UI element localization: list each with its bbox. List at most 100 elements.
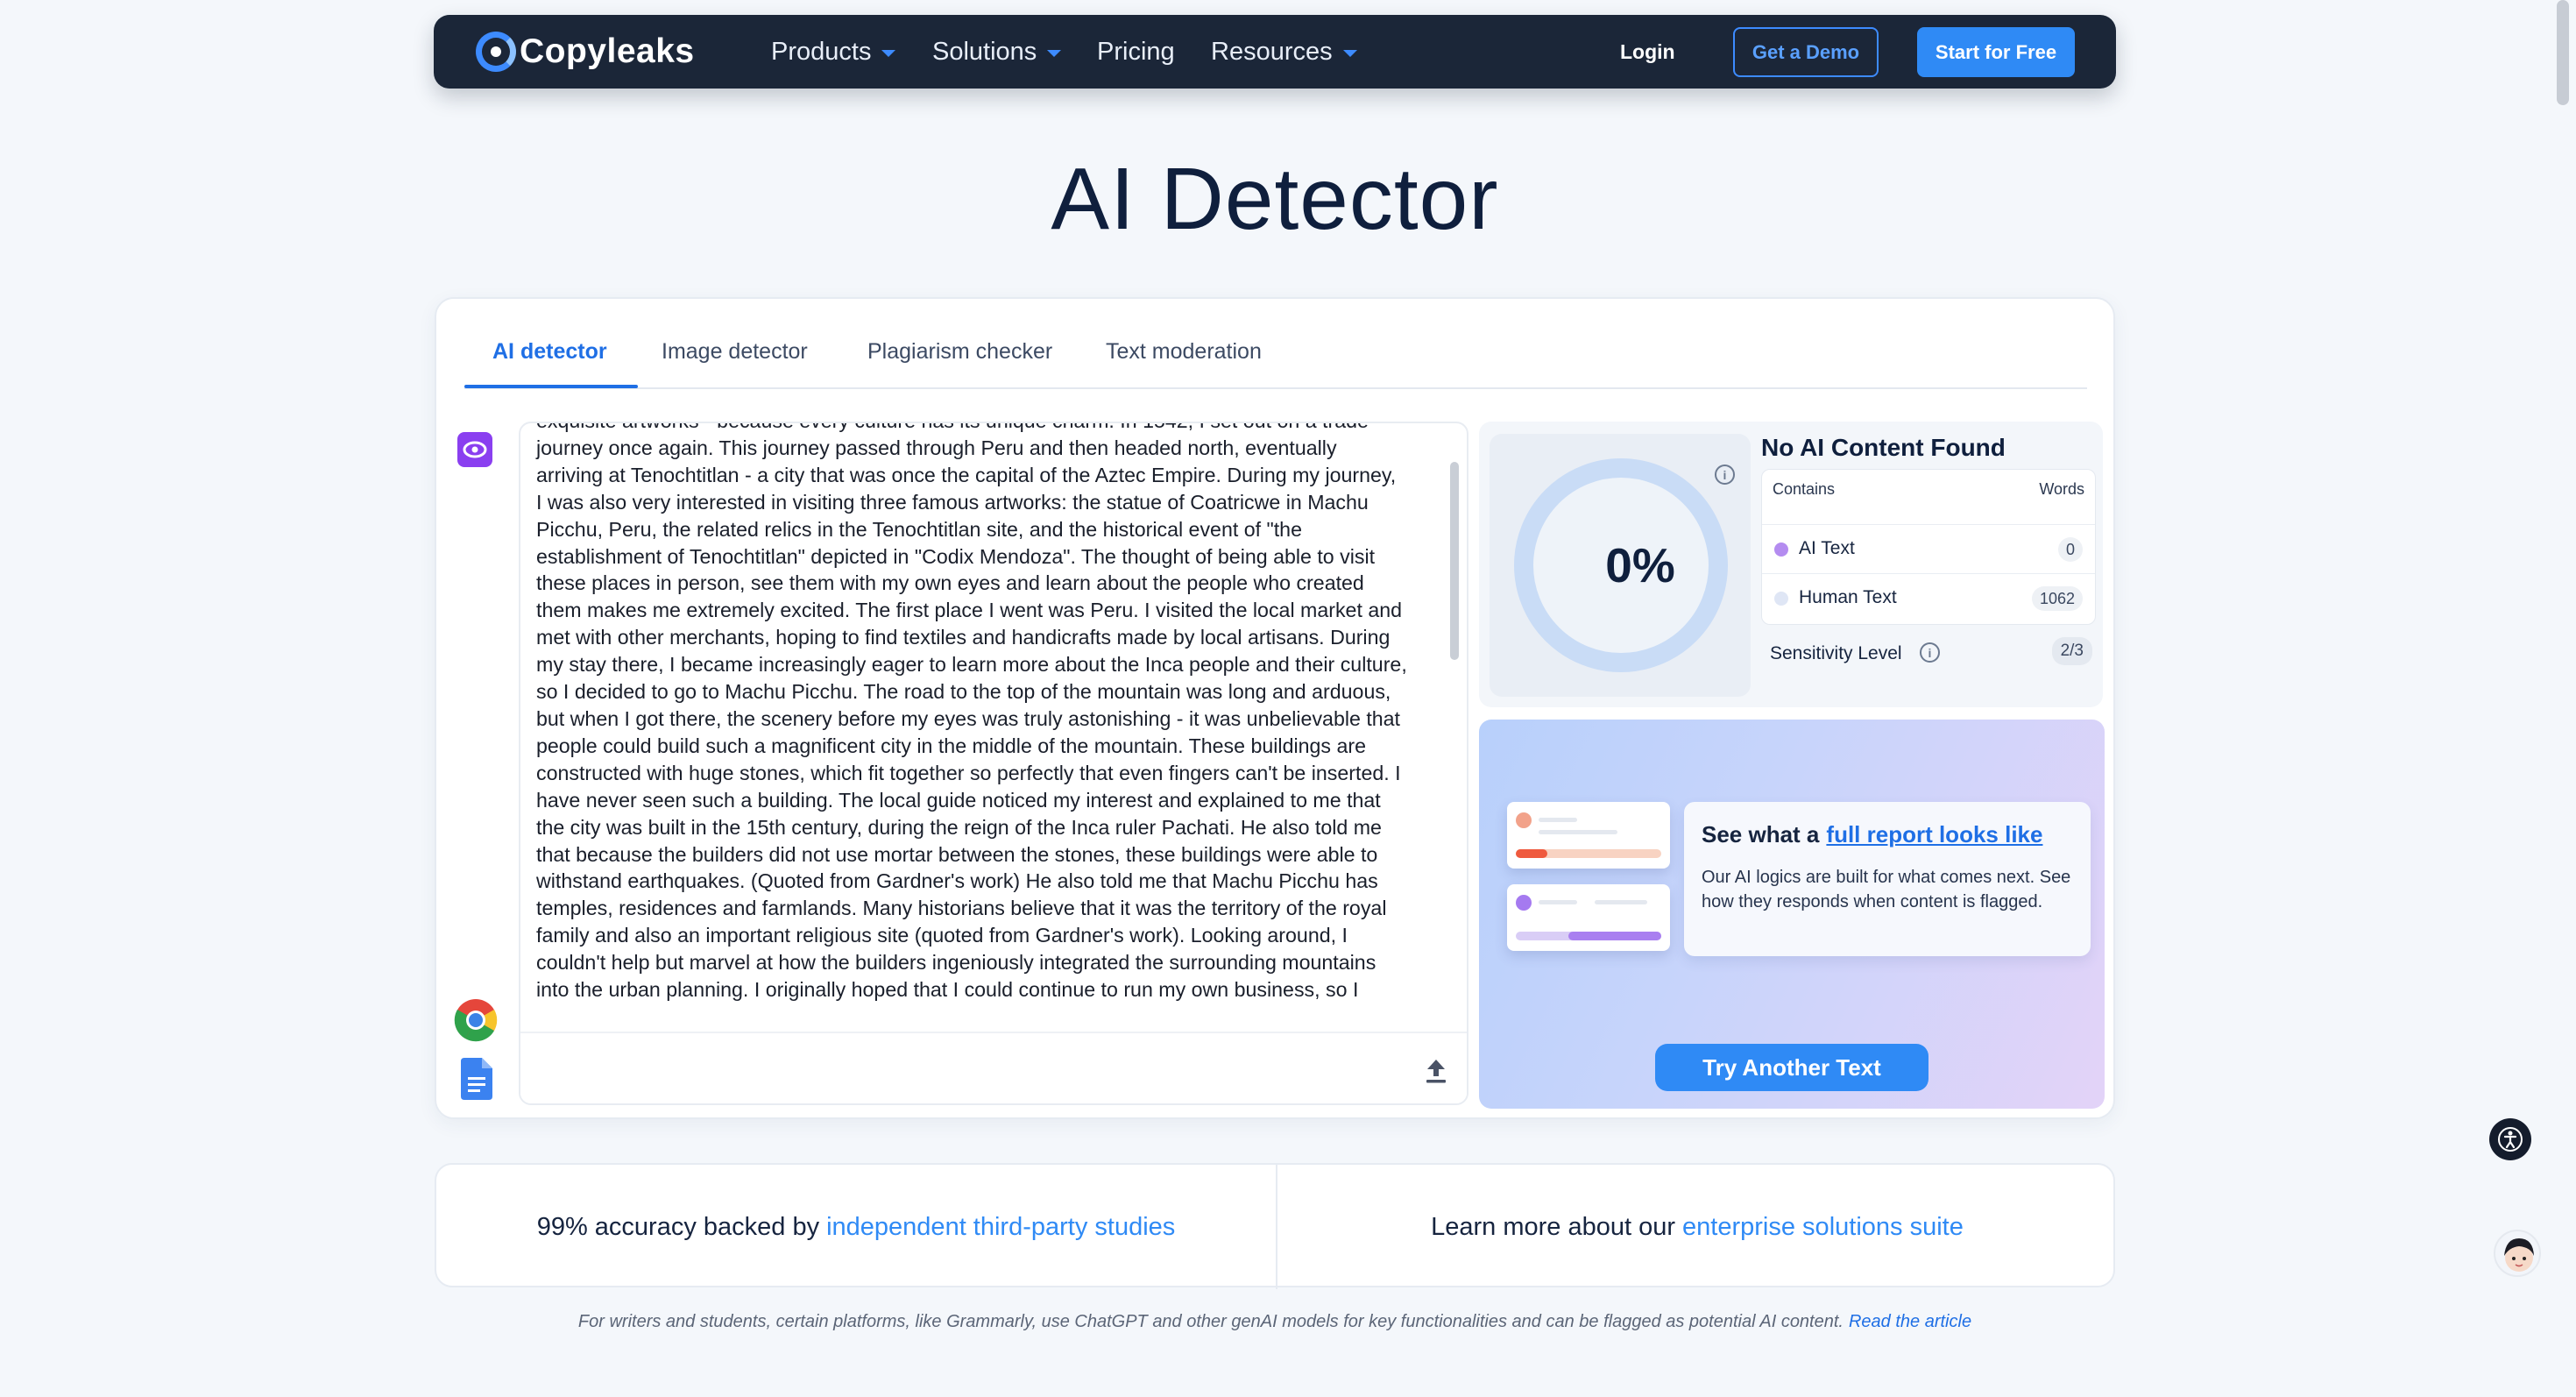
editor-line: withstand earthquakes. (Quoted from Gard… [536, 869, 1378, 893]
tab-divider [464, 387, 2087, 389]
tab-image-detector[interactable]: Image detector [662, 339, 808, 365]
page-title: AI Detector [1051, 150, 1499, 248]
accuracy-text: 99% accuracy backed by [536, 1212, 820, 1241]
tab-ai-detector[interactable]: AI detector [492, 339, 607, 365]
editor-line: met with other merchants, hoping to find… [536, 626, 1391, 649]
nav-pricing-label: Pricing [1097, 37, 1175, 66]
sensitivity-value[interactable]: 2/3 [2051, 637, 2092, 665]
login-link[interactable]: Login [1620, 15, 1675, 89]
ai-text-dot [1774, 542, 1788, 557]
chevron-down-icon [881, 49, 896, 57]
accessibility-icon[interactable] [2489, 1118, 2531, 1160]
promo-heading-text: See what a [1702, 821, 1820, 847]
editor-line: exquisite artworks - because every cultu… [536, 423, 1423, 435]
human-text-label: Human Text [1799, 587, 1897, 607]
result-panel: 0% i No AI Content Found Contains Words … [1479, 422, 2103, 707]
editor-line: constructed with huge stones, which fit … [536, 761, 1401, 784]
full-report-link[interactable]: full report looks like [1826, 821, 2042, 847]
nav-products[interactable]: Products [771, 15, 896, 89]
chevron-down-icon [1047, 49, 1062, 57]
preview-dot [1516, 895, 1532, 911]
sensitivity-info-icon[interactable]: i [1920, 642, 1940, 663]
promo-card: See what a full report looks like Our AI … [1684, 802, 2091, 956]
copyleaks-logo[interactable]: Copyleaks [476, 29, 695, 74]
top-navbar: Copyleaks Products Solutions Pricing Res… [434, 15, 2116, 89]
preview-bar-fill [1568, 932, 1661, 940]
editor-line: temples, residences and farmlands. Many … [536, 897, 1387, 920]
nav-resources-label: Resources [1211, 37, 1333, 66]
editor-viewport: exquisite artworks - because every cultu… [520, 423, 1467, 1032]
text-editor[interactable]: exquisite artworks - because every cultu… [519, 422, 1468, 1105]
editor-scrollbar[interactable] [1450, 462, 1459, 660]
table-row: Human Text 1062 [1762, 573, 2095, 623]
editor-line: these places in person, see them with my… [536, 571, 1364, 595]
result-title: No AI Content Found [1761, 434, 2006, 461]
try-another-text-button[interactable]: Try Another Text [1655, 1044, 1928, 1091]
human-text-count: 1062 [2031, 586, 2083, 611]
get-demo-button[interactable]: Get a Demo [1733, 27, 1879, 77]
editor-line: them makes me extremely excited. The fir… [536, 599, 1403, 622]
enterprise-link[interactable]: enterprise solutions suite [1682, 1213, 1964, 1242]
editor-line: but when I got there, the scenery before… [536, 706, 1401, 730]
preview-line [1539, 818, 1577, 822]
col-contains: Contains [1773, 480, 1836, 498]
promo-body: Our AI logics are built for what comes n… [1702, 868, 2071, 911]
editor-line: couldn't help but marvel at how the buil… [536, 951, 1376, 975]
start-free-button[interactable]: Start for Free [1917, 27, 2075, 77]
ai-text-count: 0 [2057, 537, 2083, 562]
report-promo: See what a full report looks like Our AI … [1479, 720, 2105, 1109]
chevron-down-icon [1342, 49, 1357, 57]
editor-line: arriving at Tenochtitlan - a city that w… [536, 463, 1397, 486]
nav-products-label: Products [771, 37, 872, 66]
studies-link[interactable]: independent third-party studies [826, 1213, 1175, 1242]
tab-text-moderation[interactable]: Text moderation [1106, 339, 1262, 365]
editor-text[interactable]: exquisite artworks - because every cultu… [536, 423, 1423, 1003]
nav-solutions[interactable]: Solutions [932, 15, 1062, 89]
nav-resources[interactable]: Resources [1211, 15, 1357, 89]
stats-bar: 99% accuracy backed by independent third-… [435, 1163, 2117, 1289]
preview-line [1595, 900, 1647, 904]
report-preview-card [1507, 802, 1670, 869]
ai-text-label: AI Text [1799, 538, 1855, 558]
editor-line: that because the builders did not use mo… [536, 842, 1378, 866]
result-table: Contains Words AI Text 0 Human Text 1062 [1761, 469, 2096, 625]
editor-line: the city was built in the 15th century, … [536, 815, 1382, 839]
editor-line: journey once again. This journey passed … [536, 436, 1337, 459]
score-box: 0% i [1490, 434, 1751, 697]
table-row: AI Text 0 [1762, 524, 2095, 574]
editor-line: so I decided to go to Machu Picchu. The … [536, 680, 1391, 704]
col-words: Words [2039, 480, 2084, 498]
ai-score-percent: 0% [1605, 538, 1675, 592]
preview-line [1539, 900, 1577, 904]
detector-card: AI detector Image detector Plagiarism ch… [435, 297, 2115, 1119]
disclaimer: For writers and students, certain platfo… [0, 1312, 2550, 1332]
editor-line: I was also very interested in visiting t… [536, 490, 1369, 514]
info-icon[interactable]: i [1715, 464, 1735, 485]
nav-solutions-label: Solutions [932, 37, 1037, 66]
tab-plagiarism-checker[interactable]: Plagiarism checker [867, 339, 1052, 365]
nav-pricing[interactable]: Pricing [1097, 15, 1175, 89]
page-scrollbar[interactable] [2557, 0, 2569, 105]
editor-line: people could build such a magnificent ci… [536, 734, 1366, 757]
upload-icon[interactable] [1425, 1058, 1447, 1089]
view-toggle-icon[interactable] [457, 432, 492, 472]
ai-score-ring: 0% [1514, 458, 1728, 672]
sensitivity-label: Sensitivity Level [1770, 643, 1902, 663]
editor-line: family and also an important religious s… [536, 924, 1348, 947]
preview-line [1539, 830, 1617, 834]
logo-icon [476, 32, 516, 72]
editor-line: into the urban planning. I originally ho… [536, 978, 1359, 1002]
accuracy-stat: 99% accuracy backed by independent third-… [436, 1165, 1276, 1289]
read-article-link[interactable]: Read the article [1849, 1312, 1971, 1331]
editor-line: establishment of Tenochtitlan" depicted … [536, 544, 1376, 568]
enterprise-stat: Learn more about our enterprise solutions… [1277, 1165, 2117, 1289]
preview-dot [1516, 812, 1532, 828]
editor-line: my stay there, I became increasingly eag… [536, 653, 1407, 677]
chat-assistant-avatar[interactable] [2494, 1230, 2541, 1277]
google-docs-icon[interactable] [461, 1058, 492, 1104]
chrome-extension-icon[interactable] [454, 998, 498, 1046]
editor-line: Picchu, Peru, the related relics in the … [536, 517, 1302, 541]
active-tab-indicator [464, 385, 638, 388]
report-preview-card [1507, 884, 1670, 951]
editor-line: have never seen such a building. The loc… [536, 788, 1381, 812]
